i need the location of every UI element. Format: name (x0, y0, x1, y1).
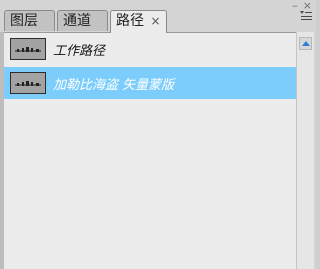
tab-channels[interactable]: 通道 (57, 10, 108, 31)
tab-channels-label: 通道 (63, 13, 91, 29)
path-row-label: 工作路径 (53, 43, 106, 59)
path-thumbnail-icon (10, 72, 46, 94)
flyout-menu-icon (300, 11, 312, 20)
path-thumbnail-icon (10, 38, 46, 60)
tab-paths[interactable]: 路径 × (110, 10, 167, 33)
path-row-work-path[interactable]: 工作路径 (4, 33, 296, 65)
paths-list: 工作路径 加勒比海盗 矢量蒙版 (4, 32, 296, 269)
vertical-scrollbar[interactable] (296, 32, 314, 269)
scroll-up-arrow-icon[interactable] (299, 37, 312, 50)
tab-layers-label: 图层 (10, 13, 38, 29)
path-row-vector-mask[interactable]: 加勒比海盗 矢量蒙版 (4, 67, 296, 99)
tab-layers[interactable]: 图层 (4, 10, 55, 31)
panel-tab-bar: 图层 通道 路径 × (0, 10, 316, 33)
paths-panel: – × 图层 通道 路径 × 工作路径 加勒比海盗 矢量蒙版 (0, 0, 316, 269)
tab-close-icon[interactable]: × (150, 14, 160, 28)
path-row-label: 加勒比海盗 矢量蒙版 (53, 77, 175, 93)
panel-menu-icon[interactable] (299, 11, 313, 25)
tab-paths-label: 路径 (116, 13, 144, 29)
